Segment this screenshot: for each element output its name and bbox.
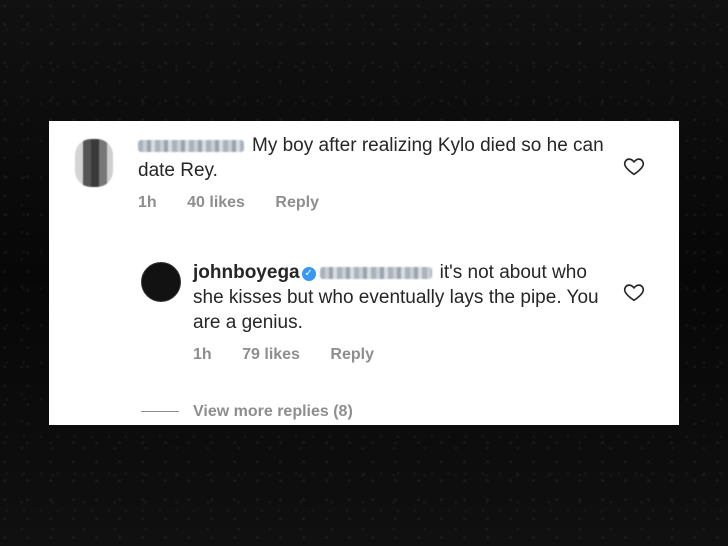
timestamp: 1h [193, 346, 212, 363]
likes-count[interactable]: 79 likes [242, 346, 300, 363]
blurred-username[interactable] [138, 139, 244, 152]
heart-icon[interactable] [623, 155, 645, 177]
avatar[interactable] [75, 139, 113, 187]
reply-comment-text: johnboyega ✓ it's not about who she kisses… [193, 262, 599, 333]
reply-button[interactable]: Reply [330, 346, 374, 363]
comment-thread: My boy after realizing Kylo died so he c… [49, 121, 679, 425]
comment-meta: 1h 40 likes Reply [138, 194, 345, 212]
timestamp: 1h [138, 194, 157, 211]
reply-button[interactable]: Reply [275, 194, 319, 211]
blurred-mention[interactable] [319, 266, 432, 279]
avatar[interactable] [141, 262, 181, 302]
view-more-replies-button[interactable]: View more replies (8) [141, 403, 353, 421]
divider [141, 411, 179, 413]
comment-text: My boy after realizing Kylo died so he c… [138, 135, 604, 181]
username[interactable]: johnboyega [193, 262, 300, 283]
heart-icon[interactable] [623, 281, 645, 303]
likes-count[interactable]: 40 likes [187, 194, 245, 211]
verified-badge-icon: ✓ [301, 267, 316, 281]
comment-meta: 1h 79 likes Reply [193, 346, 400, 364]
